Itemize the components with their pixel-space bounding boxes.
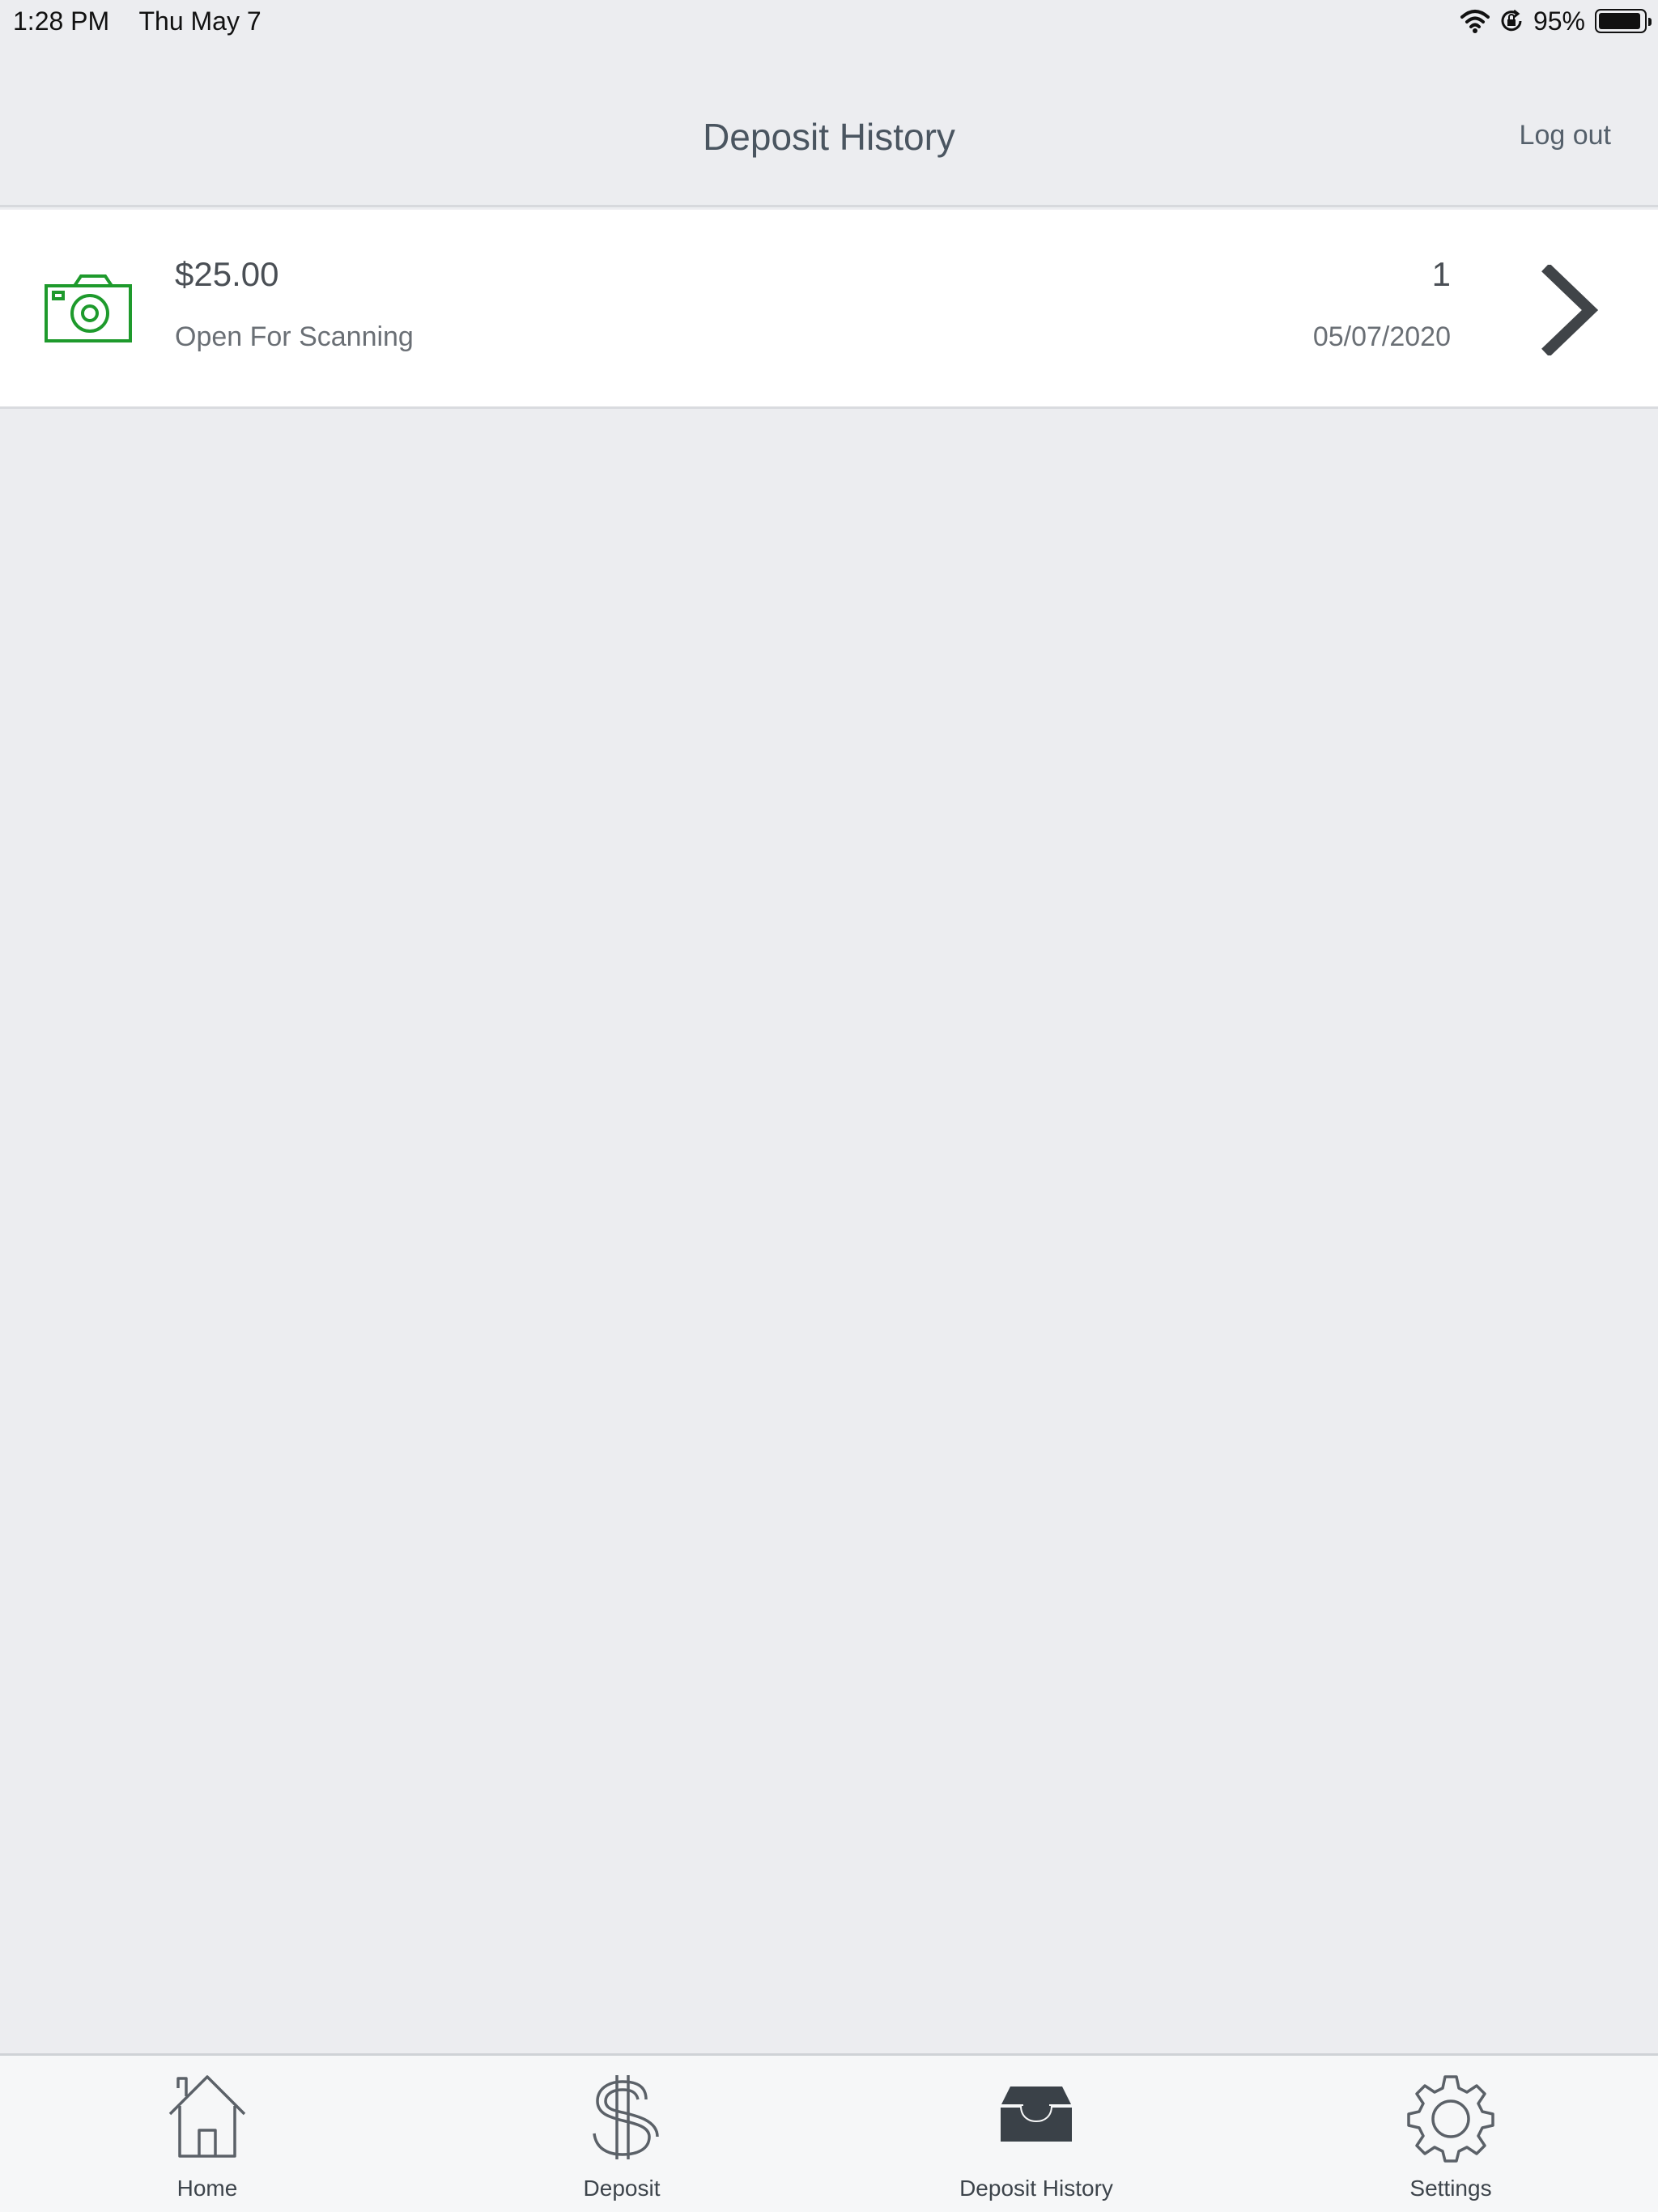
tab-deposit-label: Deposit xyxy=(583,2176,661,2201)
deposit-row[interactable]: $25.00 Open For Scanning 1 05/07/2020 xyxy=(0,210,1658,409)
tab-home-label: Home xyxy=(176,2176,238,2201)
tab-home[interactable]: Home xyxy=(0,2056,414,2212)
deposit-item-count: 1 xyxy=(1431,255,1451,293)
battery-percent: 95% xyxy=(1533,6,1585,36)
logout-button[interactable]: Log out xyxy=(1520,120,1611,151)
chevron-right-icon[interactable] xyxy=(1538,265,1601,355)
battery-fill xyxy=(1599,13,1641,29)
page-title: Deposit History xyxy=(703,116,955,158)
tab-bar: Home Deposit Deposit History Settings xyxy=(0,2053,1658,2212)
deposit-status: Open For Scanning xyxy=(175,321,414,352)
tab-deposit[interactable]: Deposit xyxy=(414,2056,829,2212)
navigation-bar: Deposit History Log out xyxy=(0,42,1658,207)
deposit-amount: $25.00 xyxy=(175,255,279,293)
status-bar-right: 95% xyxy=(1460,6,1652,36)
wifi-icon xyxy=(1460,10,1490,33)
status-date: Thu May 7 xyxy=(138,6,261,36)
tab-settings[interactable]: Settings xyxy=(1244,2056,1658,2212)
home-icon xyxy=(168,2075,246,2158)
status-bar: 1:28 PM Thu May 7 95% xyxy=(0,0,1658,42)
tab-deposit-history[interactable]: Deposit History xyxy=(829,2056,1244,2212)
inbox-icon xyxy=(1001,2087,1072,2142)
status-time: 1:28 PM xyxy=(13,6,110,36)
orientation-lock-icon xyxy=(1501,9,1522,32)
tab-settings-label: Settings xyxy=(1409,2176,1492,2201)
gear-icon xyxy=(1407,2075,1494,2163)
dollar-icon xyxy=(593,2075,659,2159)
camera-icon xyxy=(45,274,132,342)
tab-deposit-history-label: Deposit History xyxy=(959,2176,1113,2201)
status-bar-left: 1:28 PM Thu May 7 xyxy=(13,6,284,36)
battery-icon xyxy=(1595,9,1652,33)
deposit-date: 05/07/2020 xyxy=(1312,321,1451,352)
